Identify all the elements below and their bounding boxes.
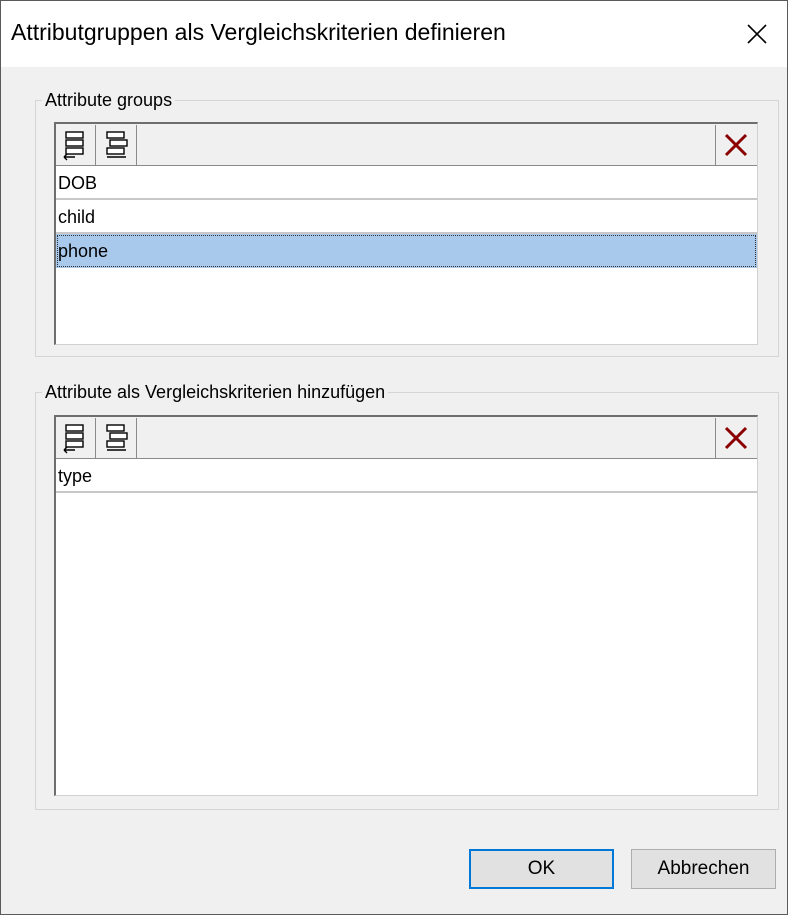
insert-row-icon (63, 424, 84, 454)
delete-row-button[interactable] (715, 418, 755, 458)
insert-row-button[interactable] (56, 418, 96, 458)
list-item-selected[interactable]: phone (56, 234, 757, 268)
compare-attributes-legend: Attribute als Vergleichskriterien hinzuf… (42, 382, 389, 403)
dialog-window: Attributgruppen als Vergleichskriterien … (0, 0, 788, 915)
attribute-groups-toolbar (56, 124, 757, 166)
append-row-button[interactable] (97, 418, 137, 458)
cancel-button[interactable]: Abbrechen (631, 849, 776, 889)
list-item[interactable]: child (56, 200, 757, 234)
append-row-icon (105, 424, 128, 451)
compare-attributes-toolbar (56, 417, 757, 459)
close-icon (747, 24, 767, 44)
compare-attributes-groupbox: Attribute als Vergleichskriterien hinzuf… (35, 382, 779, 810)
attribute-groups-list[interactable]: DOB child phone (54, 122, 758, 345)
list-item[interactable]: type (56, 459, 757, 493)
append-row-icon (105, 131, 128, 158)
title-bar: Attributgruppen als Vergleichskriterien … (1, 1, 787, 67)
compare-attributes-list[interactable]: type (54, 415, 758, 796)
ok-button[interactable]: OK (469, 849, 614, 889)
insert-row-icon (63, 131, 84, 161)
append-row-button[interactable] (97, 125, 137, 165)
attribute-groups-legend: Attribute groups (42, 90, 176, 111)
close-button[interactable] (727, 1, 787, 67)
insert-row-button[interactable] (56, 125, 96, 165)
attribute-groups-groupbox: Attribute groups DOB child phone (35, 90, 779, 357)
delete-icon (724, 133, 747, 157)
delete-icon (724, 426, 747, 450)
dialog-title: Attributgruppen als Vergleichskriterien … (11, 19, 506, 45)
list-item[interactable]: DOB (56, 166, 757, 200)
delete-row-button[interactable] (715, 125, 755, 165)
